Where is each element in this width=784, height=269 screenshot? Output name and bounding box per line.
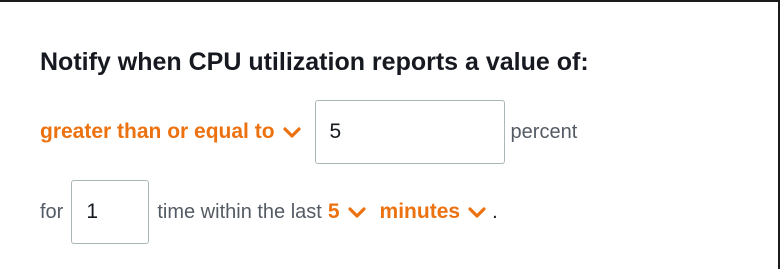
alarm-condition-panel: Notify when CPU utilization reports a va… — [0, 0, 780, 269]
for-label: for — [40, 200, 64, 223]
alarm-condition-heading: Notify when CPU utilization reports a va… — [40, 48, 589, 76]
chevron-down-icon — [468, 207, 486, 219]
threshold-unit-label: percent — [510, 120, 578, 143]
datapoints-input[interactable]: 1 — [71, 180, 150, 244]
time-within-label: time within the last — [157, 200, 322, 223]
period-unit-dropdown[interactable]: minutes — [380, 200, 487, 224]
threshold-input[interactable]: 5 — [314, 100, 505, 164]
comparison-operator-label: greater than or equal to — [40, 120, 275, 143]
threshold-row: greater than or equal to 5 percent — [40, 100, 577, 164]
period-dropdown[interactable]: 5 — [328, 200, 366, 224]
chevron-down-icon — [347, 207, 366, 219]
period-unit-value: minutes — [379, 200, 461, 223]
chevron-down-icon — [282, 127, 301, 139]
sentence-period: . — [492, 200, 498, 223]
evaluation-row: for 1 time within the last 5 minutes . — [40, 180, 498, 244]
threshold-value: 5 — [329, 120, 342, 143]
period-value: 5 — [327, 200, 340, 223]
comparison-operator-dropdown[interactable]: greater than or equal to — [40, 120, 301, 144]
datapoints-value: 1 — [86, 200, 99, 223]
